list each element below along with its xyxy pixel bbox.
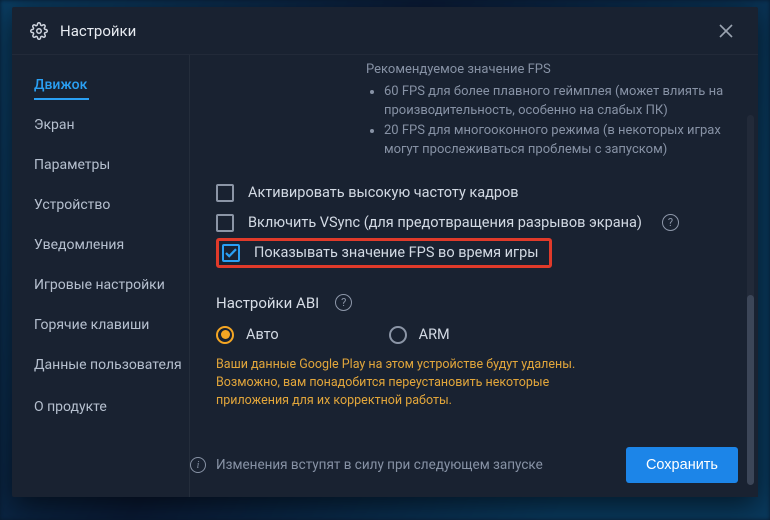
scrollbar-thumb[interactable] [747,295,754,485]
checkbox-icon [222,244,240,262]
info-icon: i [190,457,206,473]
radio-icon [216,326,234,344]
save-button[interactable]: Сохранить [626,447,738,483]
checkbox-label: Активировать высокую частоту кадров [248,184,519,201]
sidebar-item-screen[interactable]: Экран [12,105,189,145]
help-icon[interactable]: ? [662,214,679,231]
sidebar-item-hotkeys[interactable]: Горячие клавиши [12,305,189,345]
titlebar: Настройки [12,7,758,55]
abi-warning: Ваши данные Google Play на этом устройст… [216,356,596,410]
checkbox-show-fps[interactable]: Показывать значение FPS во время игры [222,244,539,262]
sidebar-item-engine[interactable]: Движок [12,65,189,105]
radio-abi-auto[interactable]: Авто [216,326,279,344]
restart-notice: i Изменения вступят в силу при следующем… [190,457,543,473]
abi-section-title: Настройки ABI ? [216,294,732,312]
fps-recommendation: Рекомендуемое значение FPS 60 FPS для бо… [216,55,732,160]
sidebar-item-parameters[interactable]: Параметры [12,145,189,185]
help-icon[interactable]: ? [335,294,352,311]
window-title: Настройки [60,22,136,40]
checkbox-icon [216,214,234,232]
footer-bar: i Изменения вступят в силу при следующем… [190,433,758,497]
close-button[interactable] [712,17,740,45]
sidebar-item-device[interactable]: Устройство [12,185,189,225]
sidebar-item-game-settings[interactable]: Игровые настройки [12,265,189,305]
checkbox-high-fps[interactable]: Активировать высокую частоту кадров [216,178,732,208]
sidebar: Движок Экран Параметры Устройство Уведом… [12,55,190,497]
fps-bullet: 60 FPS для более плавного геймплея (може… [384,82,732,121]
checkbox-label: Показывать значение FPS во время игры [254,244,539,261]
fps-bullet: 20 FPS для многооконного режима (в некот… [384,121,732,160]
fps-rec-title: Рекомендуемое значение FPS [366,60,732,80]
sidebar-item-user-data[interactable]: Данные пользователя [12,345,189,387]
checkbox-vsync[interactable]: Включить VSync (для предотвращения разры… [216,208,732,238]
radio-label: Авто [246,326,279,343]
radio-label: ARM [419,326,450,343]
content-area: Рекомендуемое значение FPS 60 FPS для бо… [190,55,758,497]
sidebar-item-notifications[interactable]: Уведомления [12,225,189,265]
settings-modal: Настройки Движок Экран Параметры Устройс… [12,7,758,497]
checkbox-label: Включить VSync (для предотвращения разры… [248,214,642,231]
checkbox-icon [216,184,234,202]
highlight-box: Показывать значение FPS во время игры [216,238,552,268]
gear-icon [30,22,48,40]
scrollbar[interactable] [747,115,754,477]
sidebar-item-about[interactable]: О продукте [12,387,189,427]
radio-icon [389,326,407,344]
radio-abi-arm[interactable]: ARM [389,326,450,344]
